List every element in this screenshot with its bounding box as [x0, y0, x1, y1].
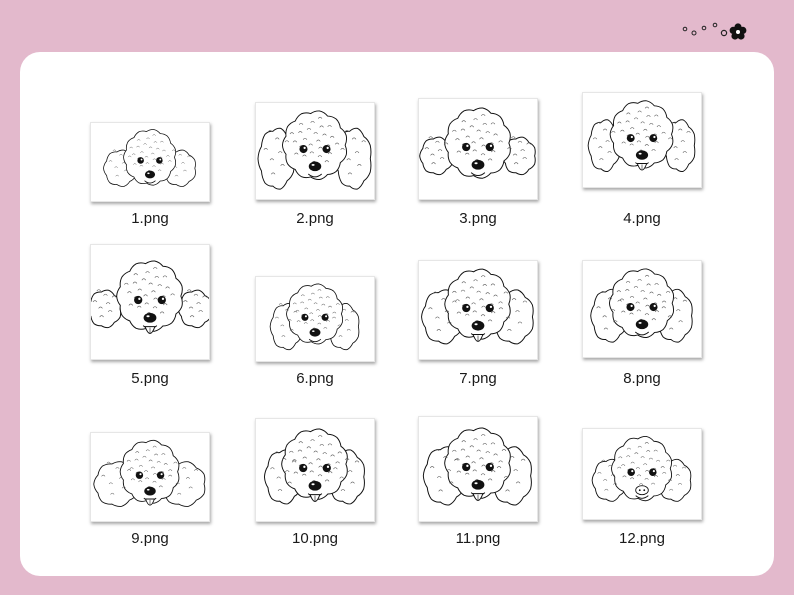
flower-decoration — [682, 22, 747, 40]
file-name-label: 4.png — [623, 210, 661, 227]
file-thumbnail[interactable] — [90, 432, 210, 522]
file-item[interactable]: 12.png — [562, 52, 722, 547]
file-name-label: 6.png — [296, 370, 334, 387]
poodle-face-icon — [421, 268, 534, 345]
poodle-face-icon — [590, 268, 693, 343]
file-item[interactable]: 11.png — [398, 52, 558, 547]
file-grid-panel: 1.png 2.png 3.png 4.png 5.png 6.png 7.pn… — [20, 52, 774, 576]
file-name-label: 7.png — [459, 370, 497, 387]
poodle-face-icon — [422, 427, 532, 506]
file-name-label: 3.png — [459, 210, 497, 227]
file-item[interactable]: 10.png — [235, 52, 395, 547]
file-thumbnail[interactable] — [255, 276, 375, 362]
poodle-face-icon — [93, 439, 206, 507]
file-thumbnail[interactable] — [90, 244, 210, 360]
file-item[interactable]: 9.png — [70, 52, 230, 547]
flower-icon — [729, 23, 747, 40]
file-thumbnail[interactable] — [255, 418, 375, 522]
file-thumbnail[interactable] — [582, 260, 702, 358]
poodle-face-icon — [91, 260, 209, 334]
file-name-label: 8.png — [623, 370, 661, 387]
file-name-label: 10.png — [292, 530, 338, 547]
file-name-label: 2.png — [296, 210, 334, 227]
poodle-face-icon — [263, 428, 365, 505]
file-thumbnail[interactable] — [418, 260, 538, 360]
file-name-label: 11.png — [455, 530, 501, 547]
file-name-label: 1.png — [131, 210, 169, 227]
file-name-label: 9.png — [131, 530, 169, 547]
file-name-label: 12.png — [619, 530, 665, 547]
poodle-face-icon — [269, 283, 360, 351]
file-name-label: 5.png — [131, 370, 169, 387]
file-thumbnail[interactable] — [418, 416, 538, 522]
file-thumbnail[interactable] — [582, 428, 702, 520]
poodle-face-icon — [591, 435, 692, 502]
